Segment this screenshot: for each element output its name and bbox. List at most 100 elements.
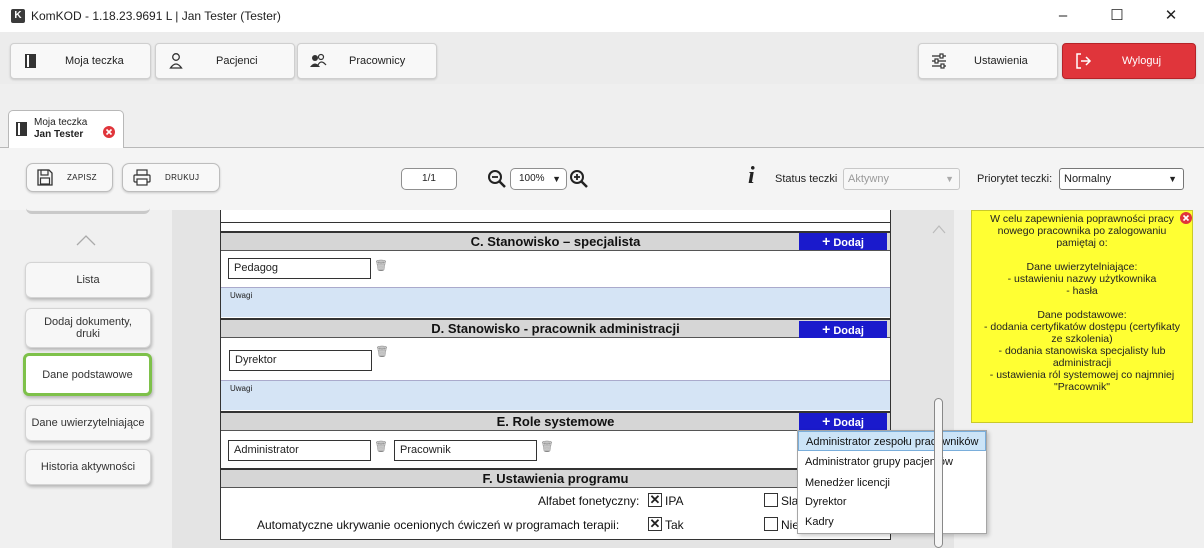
specialist-field[interactable]: Pedagog xyxy=(228,258,371,279)
add-label: Dodaj xyxy=(833,417,864,429)
note-basic-data: Dane podstawowe: - dodania certyfikatów … xyxy=(983,309,1181,393)
logout-icon xyxy=(1076,53,1092,69)
remarks-c[interactable]: Uwagi xyxy=(221,287,890,317)
folder-icon xyxy=(16,122,27,136)
print-icon xyxy=(133,169,151,186)
plus-icon: + xyxy=(822,413,831,429)
priority-value: Normalny xyxy=(1064,173,1112,185)
dropdown-item-team-admin[interactable]: Administrator zespołu pracowników xyxy=(798,431,986,451)
note-close-icon[interactable] xyxy=(1180,212,1192,224)
logout-label: Wyloguj xyxy=(1122,55,1162,67)
sidebar-item-credentials[interactable]: Dane uwierzytelniające xyxy=(25,405,151,441)
nav-my-folder-label: Moja teczka xyxy=(65,55,124,67)
phonetic-alphabet-label: Alfabet fonetyczny: xyxy=(538,494,640,508)
zoom-select[interactable]: 100% ▼ xyxy=(510,168,567,190)
phonetic-ipa-checkbox[interactable]: ✕ xyxy=(648,493,662,507)
admin-position-field[interactable]: Dyrektor xyxy=(229,350,372,371)
phonetic-slavic-label: Sla xyxy=(781,494,799,508)
section-divider xyxy=(221,222,890,231)
role-dropdown[interactable]: Administrator zespołu pracowników Admini… xyxy=(797,430,987,534)
chevron-down-icon: ▼ xyxy=(945,174,954,184)
sidebar-top-shadow xyxy=(26,208,150,214)
add-label: Dodaj xyxy=(833,325,864,337)
phonetic-ipa-label: IPA xyxy=(665,494,684,508)
print-button[interactable]: DRUKUJ xyxy=(122,163,220,192)
close-window-button[interactable]: ✕ xyxy=(1151,2,1191,30)
save-label: ZAPISZ xyxy=(67,173,97,182)
tab-my-folder[interactable]: Moja teczka Jan Tester xyxy=(8,110,124,149)
role-field-1[interactable]: Administrator xyxy=(228,440,371,461)
trash-icon[interactable]: 🗑 xyxy=(374,441,388,453)
add-specialist-button[interactable]: + Dodaj xyxy=(799,233,887,250)
auto-hide-yes-checkbox[interactable]: ✕ xyxy=(648,517,662,531)
nav-patients-button[interactable]: Pacjenci xyxy=(155,43,295,79)
print-label: DRUKUJ xyxy=(165,173,200,182)
trash-icon[interactable]: 🗑 xyxy=(375,346,389,358)
sliders-icon xyxy=(932,53,946,69)
app-logo-icon: K xyxy=(11,9,25,23)
status-select[interactable]: Aktywny ▼ xyxy=(843,168,960,190)
role-field-2[interactable]: Pracownik xyxy=(394,440,537,461)
auto-hide-yes-label: Tak xyxy=(665,518,684,532)
folder-icon xyxy=(25,54,36,68)
trash-icon[interactable]: 🗑 xyxy=(374,260,388,272)
save-button[interactable]: ZAPISZ xyxy=(26,163,113,192)
plus-icon: + xyxy=(822,321,831,337)
dropdown-item-patient-group-admin[interactable]: Administrator grupy pacjentów xyxy=(798,452,986,472)
dropdown-item-director[interactable]: Dyrektor xyxy=(798,492,986,512)
nav-my-folder-button[interactable]: Moja teczka xyxy=(10,43,151,79)
chevron-up-icon[interactable] xyxy=(76,234,96,246)
phonetic-slavic-checkbox[interactable] xyxy=(764,493,778,507)
nav-settings-button[interactable]: Ustawienia xyxy=(918,43,1058,79)
add-admin-position-button[interactable]: + Dodaj xyxy=(799,321,887,338)
section-d-header: D. Stanowisko - pracownik administracji xyxy=(221,318,890,338)
dropdown-item-license-manager[interactable]: Menedżer licencji xyxy=(798,473,986,493)
logout-button[interactable]: Wyloguj xyxy=(1062,43,1196,79)
add-role-button[interactable]: + Dodaj xyxy=(799,413,887,430)
sidebar-item-activity-history[interactable]: Historia aktywności xyxy=(25,449,151,485)
priority-label: Priorytet teczki: xyxy=(977,173,1053,185)
tab-subtitle: Jan Tester xyxy=(34,129,84,140)
plus-icon: + xyxy=(822,233,831,249)
auto-hide-label: Automatyczne ukrywanie ocenionych ćwicze… xyxy=(257,518,620,532)
tab-strip xyxy=(0,84,1204,146)
section-c-header: C. Stanowisko – specjalista xyxy=(221,231,890,251)
tab-title: Moja teczka xyxy=(34,117,88,128)
maximize-button[interactable]: ☐ xyxy=(1097,2,1137,30)
sidebar-item-basic-data[interactable]: Dane podstawowe xyxy=(23,353,152,396)
dropdown-item-hr[interactable]: Kadry xyxy=(798,512,986,532)
window-title: KomKOD - 1.18.23.9691 L | Jan Tester (Te… xyxy=(31,9,281,23)
add-label: Dodaj xyxy=(833,237,864,249)
person-icon xyxy=(169,53,183,69)
status-label: Status teczki xyxy=(775,173,838,185)
priority-select[interactable]: Normalny ▼ xyxy=(1059,168,1184,190)
trash-icon[interactable]: 🗑 xyxy=(540,441,554,453)
zoom-in-icon[interactable] xyxy=(569,169,589,189)
minimize-button[interactable]: – xyxy=(1043,2,1083,30)
info-icon[interactable]: i xyxy=(748,164,755,188)
nav-settings-label: Ustawienia xyxy=(974,55,1028,67)
document-scrollbar[interactable] xyxy=(925,218,952,548)
page-indicator: 1/1 xyxy=(401,168,457,190)
remarks-d[interactable]: Uwagi xyxy=(221,380,890,410)
zoom-out-icon[interactable] xyxy=(487,169,507,189)
zoom-value: 100% xyxy=(519,173,545,184)
tab-close-icon[interactable] xyxy=(103,126,115,138)
note-intro: W celu zapewnienia poprawności pracy now… xyxy=(990,213,1174,249)
scroll-up-icon[interactable] xyxy=(932,224,946,234)
section-f-header: F. Ustawienia programu xyxy=(221,468,890,488)
section-e-header: E. Role systemowe xyxy=(221,411,890,431)
nav-patients-label: Pacjenci xyxy=(216,55,258,67)
nav-employees-label: Pracownicy xyxy=(349,55,406,67)
people-icon xyxy=(310,53,327,67)
nav-employees-button[interactable]: Pracownicy xyxy=(297,43,437,79)
info-note: W celu zapewnienia poprawności pracy now… xyxy=(971,210,1193,423)
save-icon xyxy=(37,169,53,186)
chevron-down-icon: ▼ xyxy=(552,174,561,184)
sidebar-item-add-documents[interactable]: Dodaj dokumenty, druki xyxy=(25,308,151,348)
status-value: Aktywny xyxy=(848,173,889,185)
scrollbar-thumb[interactable] xyxy=(934,398,943,548)
chevron-down-icon: ▼ xyxy=(1168,174,1177,184)
auto-hide-no-checkbox[interactable] xyxy=(764,517,778,531)
sidebar-item-list[interactable]: Lista xyxy=(25,262,151,298)
